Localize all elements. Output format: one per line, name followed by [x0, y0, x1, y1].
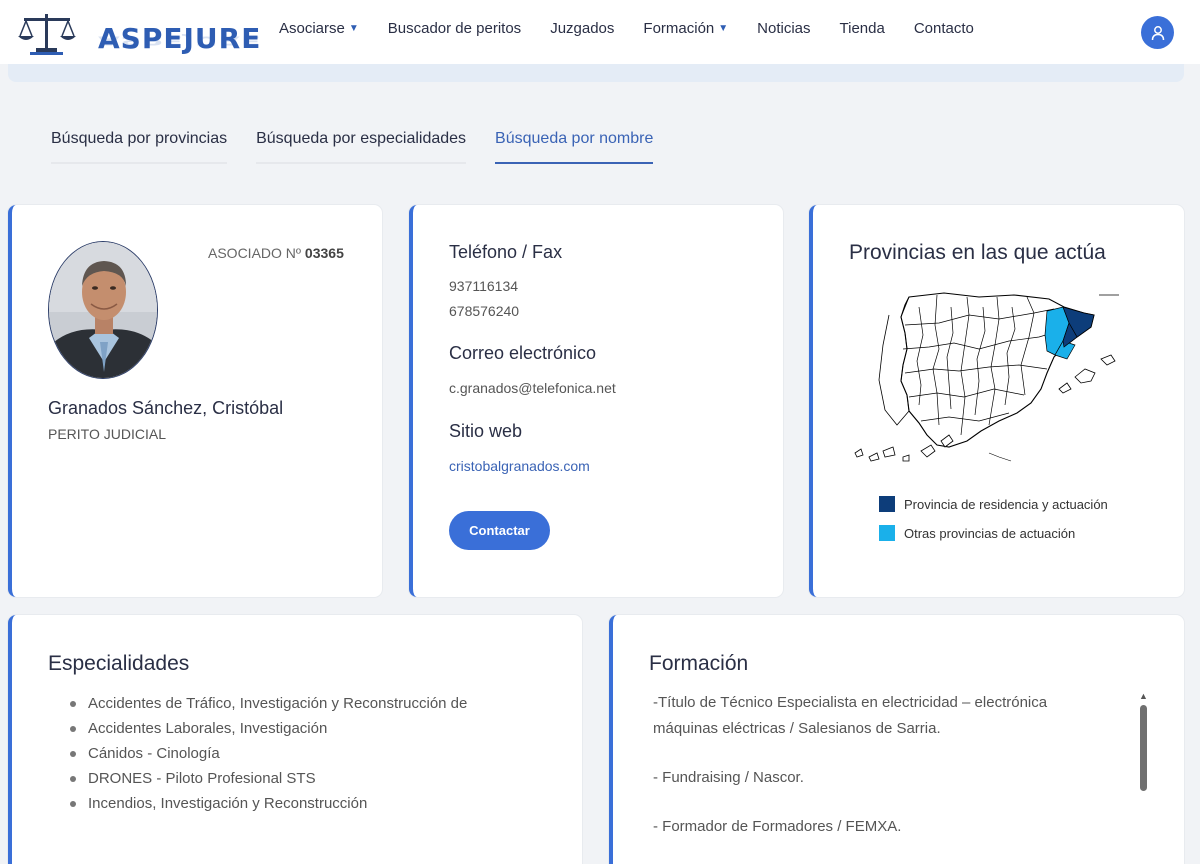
- list-item: Cánidos - Cinología: [69, 743, 467, 768]
- training-title: Formación: [649, 652, 749, 675]
- nav-label: Contacto: [913, 20, 974, 37]
- nav-contacto[interactable]: Contacto: [914, 20, 974, 37]
- list-item: DRONES - Piloto Profesional STS: [69, 768, 467, 793]
- specialties-title: Especialidades: [48, 652, 190, 675]
- phone-1: 937116134: [449, 278, 519, 294]
- expert-role: PERITO JUDICIAL: [48, 426, 166, 442]
- training-card: Formación -Título de Técnico Especialist…: [609, 615, 1184, 864]
- member-number: ASOCIADO Nº 03365: [208, 245, 344, 261]
- specialties-card: Especialidades Accidentes de Tráfico, In…: [8, 615, 582, 864]
- web-heading: Sitio web: [449, 421, 523, 441]
- nav-tienda[interactable]: Tienda: [840, 20, 885, 37]
- nav-buscador-peritos[interactable]: Buscador de peritos: [388, 20, 521, 37]
- email-heading: Correo electrónico: [449, 343, 597, 363]
- tab-nombre[interactable]: Búsqueda por nombre: [495, 130, 654, 164]
- portrait-photo: [49, 242, 157, 378]
- logo-reflection: ASPEJURE: [98, 33, 262, 48]
- list-item: Accidentes de Tráfico, Investigación y R…: [69, 693, 467, 718]
- legend-swatch-light: [879, 525, 895, 541]
- legend-label: Provincia de residencia y actuación: [904, 496, 1108, 512]
- nav-juzgados[interactable]: Juzgados: [550, 20, 614, 37]
- contact-card: Teléfono / Fax 937116134 678576240 Corre…: [409, 205, 783, 597]
- tab-provincias[interactable]: Búsqueda por provincias: [51, 130, 228, 164]
- scroll-up-icon[interactable]: ▲: [1139, 691, 1148, 701]
- user-icon: [1151, 25, 1164, 40]
- legend-label: Otras provincias de actuación: [904, 525, 1076, 541]
- member-number-label: ASOCIADO Nº: [208, 245, 302, 261]
- site-header: ASPEJURE ASPEJURE Asociarse ▼ Buscador de…: [0, 0, 1200, 64]
- tab-especialidades[interactable]: Búsqueda por especialidades: [256, 130, 467, 164]
- spain-provinces-map: [854, 292, 1119, 462]
- nav-label: Formación: [643, 20, 715, 37]
- profile-card: ASOCIADO Nº 03365 Granados Sánchez, Cris…: [8, 205, 382, 597]
- list-item: Incendios, Investigación y Reconstrucció…: [69, 793, 467, 818]
- nav-label: Asociarse: [279, 20, 345, 37]
- nav-asociarse[interactable]: Asociarse ▼: [279, 20, 359, 37]
- phone-heading: Teléfono / Fax: [449, 242, 563, 262]
- training-scrollbar[interactable]: ▲: [1136, 691, 1150, 864]
- training-line: - Formador de Formadores / FEMXA.: [653, 818, 902, 835]
- provinces-title: Provincias en las que actúa: [849, 241, 1106, 264]
- nav-noticias[interactable]: Noticias: [757, 20, 810, 37]
- training-line: -Título de Técnico Especialista en elect…: [653, 694, 1048, 711]
- avatar: [48, 241, 158, 379]
- user-account-button[interactable]: [1141, 16, 1174, 49]
- legend-residence: Provincia de residencia y actuación: [879, 496, 1108, 512]
- email-value: c.granados@telefonica.net: [449, 380, 616, 396]
- expert-name: Granados Sánchez, Cristóbal: [48, 398, 284, 418]
- list-item: Accidentes Laborales, Investigación: [69, 718, 467, 743]
- scrollbar-thumb[interactable]: [1140, 705, 1147, 791]
- specialties-list: Accidentes de Tráfico, Investigación y R…: [69, 693, 467, 818]
- chevron-down-icon: ▼: [718, 23, 729, 34]
- phone-2: 678576240: [449, 303, 520, 319]
- nav-label: Tienda: [839, 20, 885, 37]
- main-nav: Asociarse ▼ Buscador de peritos Juzgados …: [279, 20, 1003, 37]
- search-tabs: Búsqueda por provincias Búsqueda por esp…: [51, 130, 682, 164]
- legend-other: Otras provincias de actuación: [879, 525, 1075, 541]
- header-strip: [8, 64, 1184, 82]
- provinces-card: Provincias en las que actúa Provincia de…: [809, 205, 1184, 597]
- chevron-down-icon: ▼: [348, 23, 359, 34]
- scales-icon: [18, 14, 76, 55]
- training-line: máquinas eléctricas / Salesianos de Sarr…: [653, 720, 941, 737]
- aspejure-logo[interactable]: ASPEJURE ASPEJURE: [16, 8, 261, 58]
- website-link[interactable]: cristobalgranados.com: [449, 458, 590, 474]
- legend-swatch-dark: [879, 496, 895, 512]
- nav-label: Juzgados: [550, 20, 615, 37]
- nav-label: Buscador de peritos: [387, 20, 522, 37]
- member-number-value: 03365: [304, 245, 344, 261]
- nav-formacion[interactable]: Formación ▼: [643, 20, 728, 37]
- training-line: - Fundraising / Nascor.: [653, 769, 804, 786]
- nav-label: Noticias: [757, 20, 811, 37]
- contact-button[interactable]: Contactar: [449, 511, 550, 550]
